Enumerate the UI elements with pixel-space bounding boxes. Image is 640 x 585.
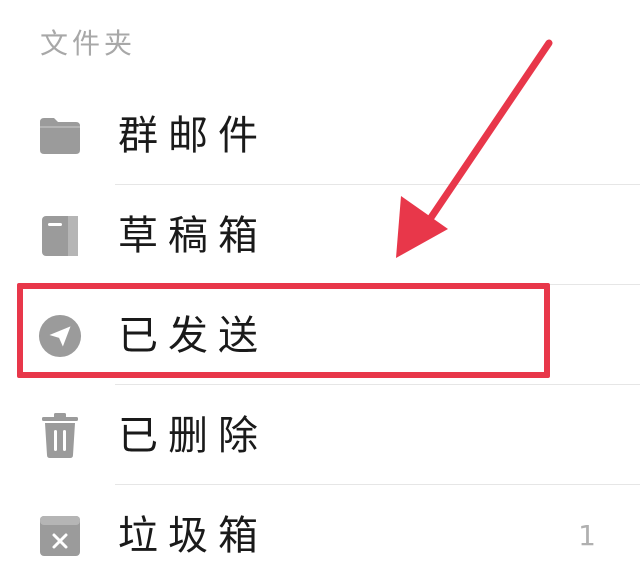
folder-label: 已发送 — [118, 313, 268, 359]
folder-label: 群邮件 — [118, 113, 268, 159]
folder-count: 1 — [578, 519, 596, 552]
folder-item-drafts[interactable]: 草稿箱 — [0, 185, 640, 285]
send-icon — [38, 314, 82, 358]
trash-icon — [38, 413, 82, 458]
folder-label: 草稿箱 — [118, 213, 268, 259]
folder-item-sent[interactable]: 已发送 — [0, 285, 640, 385]
spam-icon — [38, 514, 82, 558]
draft-icon — [38, 214, 82, 258]
folder-icon — [38, 114, 82, 158]
folder-item-deleted[interactable]: 已删除 — [0, 385, 640, 485]
folder-item-group-mail[interactable]: 群邮件 — [0, 85, 640, 185]
folder-item-spam[interactable]: 垃圾箱 1 — [0, 485, 640, 585]
section-title: 文件夹 — [40, 27, 137, 60]
folder-label: 垃圾箱 — [118, 513, 268, 559]
folder-list: 群邮件 草稿箱 已发送 已删除 垃圾箱 1 — [0, 85, 640, 585]
folder-label: 已删除 — [118, 413, 268, 459]
